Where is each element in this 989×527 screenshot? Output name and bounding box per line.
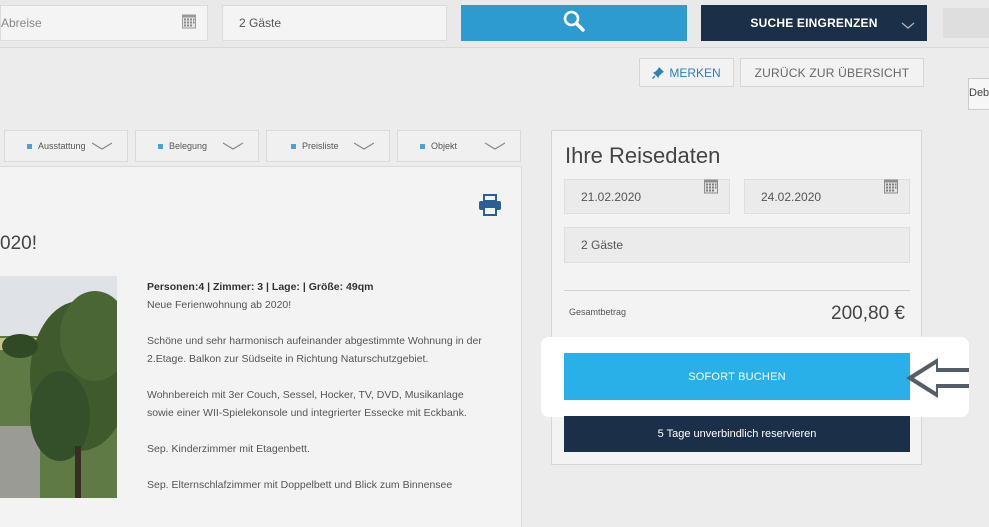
save-favorite-button[interactable]: MERKEN	[639, 58, 734, 87]
back-to-overview-label: ZURÜCK ZUR ÜBERSICHT	[754, 65, 910, 80]
divider	[564, 290, 910, 291]
filter-search-label: SUCHE EINGRENZEN	[750, 16, 878, 30]
listing-description: Personen:4 | Zimmer: 3 | Lage: | Größe: …	[147, 278, 492, 494]
arrival-date-field[interactable]: 21.02.2020	[564, 179, 730, 214]
property-photo	[0, 276, 117, 498]
book-now-button[interactable]: SOFORT BUCHEN	[564, 353, 910, 400]
departure-date-field[interactable]: Abreise	[0, 5, 208, 41]
tab-objekt[interactable]: Objekt	[397, 130, 521, 162]
chevron-down-icon	[222, 142, 244, 152]
print-icon[interactable]	[478, 194, 502, 221]
listing-paragraph: Schöne und sehr harmonisch aufeinander a…	[147, 335, 482, 365]
tab-label: Objekt	[431, 141, 458, 151]
tab-bullet	[158, 143, 163, 149]
calendar-icon[interactable]	[883, 179, 899, 198]
tab-label: Ausstattung	[38, 141, 86, 151]
toolbar-chip[interactable]	[943, 8, 989, 38]
tab-bullet	[27, 143, 32, 149]
total-price: 200,80 €	[831, 303, 905, 324]
total-label: Gesamtbetrag	[569, 307, 627, 317]
arrival-date-value: 21.02.2020	[581, 189, 642, 204]
book-now-label: SOFORT BUCHEN	[688, 370, 786, 383]
departure-date-placeholder: Abreise	[1, 16, 42, 30]
tab-belegung[interactable]: Belegung	[135, 130, 259, 162]
booking-title: Ihre Reisedaten	[565, 143, 721, 168]
chevron-down-icon	[484, 142, 506, 152]
filter-search-button[interactable]: SUCHE EINGRENZEN	[701, 5, 927, 41]
side-tab-label: Deb	[969, 87, 989, 99]
chevron-down-icon	[353, 142, 375, 152]
listing-paragraph: Sep. Elternschlafzimmer mit Doppelbett u…	[147, 479, 453, 491]
pin-icon	[652, 66, 665, 79]
listing-intro: Neue Ferienwohnung ab 2020!	[147, 299, 292, 311]
side-tab[interactable]: Deb	[968, 78, 989, 110]
arrow-left-icon	[904, 355, 969, 406]
reserve-button[interactable]: 5 Tage unverbindlich reservieren	[564, 416, 910, 452]
reserve-label: 5 Tage unverbindlich reservieren	[657, 428, 817, 440]
listing-paragraph: Sep. Kinderzimmer mit Etagenbett.	[147, 443, 310, 455]
calendar-icon[interactable]	[181, 14, 197, 33]
guests-value: 2 Gäste	[239, 16, 282, 30]
booking-guests-field[interactable]: 2 Gäste	[564, 227, 910, 263]
booking-guests-value: 2 Gäste	[581, 238, 624, 252]
save-favorite-label: MERKEN	[669, 65, 721, 80]
tab-bullet	[420, 143, 425, 149]
tab-bullet	[291, 143, 296, 149]
departure-date-value: 24.02.2020	[761, 189, 822, 204]
calendar-icon[interactable]	[703, 179, 719, 198]
tab-preisliste[interactable]: Preisliste	[266, 130, 390, 162]
departure-date-field[interactable]: 24.02.2020	[744, 179, 910, 214]
chevron-down-icon	[901, 19, 915, 33]
listing-facts: Personen:4 | Zimmer: 3 | Lage: | Größe: …	[147, 281, 374, 293]
guests-field[interactable]: 2 Gäste	[222, 5, 447, 41]
search-button[interactable]	[461, 5, 687, 41]
tab-ausstattung[interactable]: Ausstattung	[4, 130, 128, 162]
listing-paragraph: Wohnbereich mit 3er Couch, Sessel, Hocke…	[147, 389, 467, 419]
back-to-overview-button[interactable]: ZURÜCK ZUR ÜBERSICHT	[740, 58, 924, 87]
chevron-down-icon	[91, 142, 113, 152]
listing-heading: 020!	[0, 233, 37, 254]
tab-label: Belegung	[169, 141, 208, 151]
tab-label: Preisliste	[302, 141, 339, 151]
search-icon	[562, 9, 586, 38]
